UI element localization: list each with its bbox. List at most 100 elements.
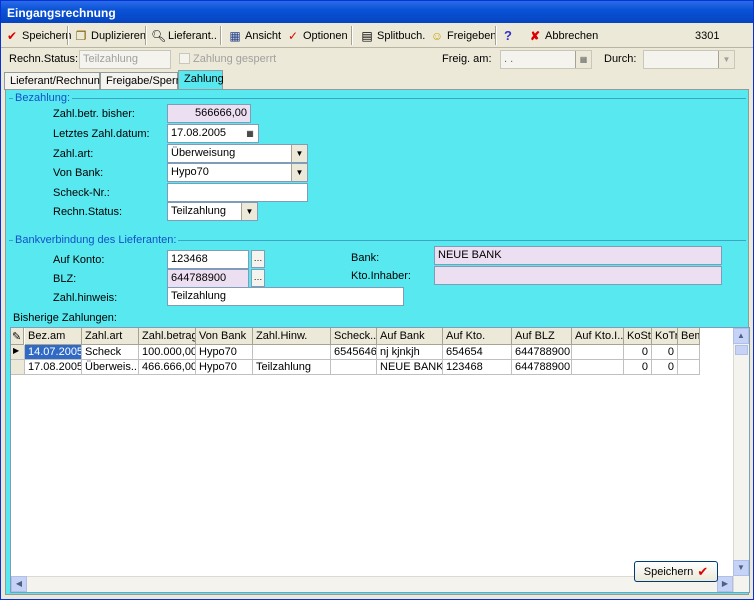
table-cell[interactable]	[678, 360, 700, 375]
grid-icon: ▦	[229, 28, 241, 43]
column-header[interactable]: Scheck..	[331, 328, 377, 345]
check-number-field[interactable]	[167, 183, 308, 202]
table-cell[interactable]: 654654	[443, 345, 512, 360]
account-holder-label: Kto.Inhaber:	[351, 270, 411, 282]
cancel-button[interactable]: ✘ Abbrechen	[528, 26, 598, 45]
scroll-up-icon[interactable]: ▲	[733, 328, 749, 344]
table-cell[interactable]	[331, 360, 377, 375]
table-cell[interactable]: 0	[624, 360, 652, 375]
scroll-left-icon[interactable]: ◀	[11, 576, 27, 592]
last-date-field[interactable]: 17.08.2005 ▦	[167, 124, 259, 143]
toolbar-separator	[351, 26, 353, 45]
table-cell[interactable]: 123468	[443, 360, 512, 375]
scroll-right-icon[interactable]: ▶	[717, 576, 733, 592]
row-selector[interactable]: ▶	[11, 345, 25, 360]
table-cell[interactable]	[572, 360, 624, 375]
main-window: Eingangsrechnung ✔ Speichern ❐ Duplizier…	[0, 0, 754, 600]
column-header[interactable]: Zahl.Hinw.	[253, 328, 331, 345]
account-lookup-button[interactable]: …	[251, 250, 265, 268]
window-title: Eingangsrechnung	[1, 1, 753, 23]
check-number-label: Scheck-Nr.:	[53, 187, 110, 199]
account-holder-field	[434, 266, 722, 285]
payment-note-field[interactable]: Teilzahlung	[167, 287, 404, 306]
table-cell[interactable]: Hypo70	[196, 345, 253, 360]
table-cell[interactable]: NEUE BANK	[377, 360, 443, 375]
column-header[interactable]: Zahl.art	[82, 328, 139, 345]
column-header[interactable]: Auf Kto.	[443, 328, 512, 345]
column-header[interactable]: Zahl.betrag	[139, 328, 196, 345]
bank-label: Bank:	[351, 252, 380, 264]
paid-checkbox[interactable]	[179, 53, 190, 64]
scroll-thumb[interactable]	[735, 345, 748, 355]
footer-save-button[interactable]: Speichern ✔	[634, 561, 718, 582]
row-selector-header: ✎	[11, 328, 24, 345]
checklist-icon: ✓	[287, 28, 299, 43]
column-header[interactable]: Bem.	[678, 328, 700, 345]
release-button[interactable]: ☺ Freigeben	[430, 26, 497, 45]
options-button[interactable]: ✓ Optionen	[286, 26, 348, 45]
table-cell[interactable]: 6545646	[331, 345, 377, 360]
by-select[interactable]: ▼	[643, 50, 735, 69]
row-selector[interactable]	[11, 360, 25, 375]
copy-icon: ❐	[75, 28, 87, 43]
toolbar-separator	[67, 26, 69, 45]
tab-payment[interactable]: Zahlung	[178, 70, 224, 91]
scroll-down-icon[interactable]: ▼	[733, 560, 749, 576]
table-cell[interactable]: 0	[652, 360, 678, 375]
vertical-scrollbar[interactable]: ▲ ▼	[733, 328, 749, 592]
payment-type-select[interactable]: Überweisung ▼	[167, 144, 308, 163]
close-icon: ✘	[529, 28, 541, 43]
last-date-label: Letztes Zahl.datum:	[53, 128, 150, 140]
table-cell[interactable]: Teilzahlung	[253, 360, 331, 375]
column-header[interactable]: Auf Kto.I..	[572, 328, 624, 345]
table-cell[interactable]: 14.07.2005	[25, 345, 82, 360]
table-cell[interactable]: 466.666,00	[139, 360, 196, 375]
column-header[interactable]: Auf BLZ	[512, 328, 572, 345]
chevron-down-icon: ▼	[241, 203, 257, 220]
column-header[interactable]: Von Bank	[196, 328, 253, 345]
payments-table: ✎ Bez.am Zahl.art Zahl.betrag Von Bank Zahl.…	[10, 327, 750, 593]
table-cell[interactable]: 0	[624, 345, 652, 360]
table-cell[interactable]: nj kjnkjh	[377, 345, 443, 360]
table-cell[interactable]: 644788900	[512, 345, 572, 360]
table-cell[interactable]	[572, 345, 624, 360]
table-cell[interactable]	[678, 345, 700, 360]
smiley-icon: ☺	[430, 28, 444, 43]
table-cell[interactable]: Überweis...	[82, 360, 139, 375]
duplicate-button[interactable]: ❐ Duplizieren	[74, 26, 146, 45]
column-header[interactable]: Bez.am	[25, 328, 82, 345]
help-button[interactable]: ?	[504, 26, 512, 45]
tab-release-block[interactable]: Freigabe/Sperre	[100, 72, 186, 90]
released-on-field[interactable]: . . ▦	[500, 50, 592, 69]
table-cell[interactable]	[253, 345, 331, 360]
split-button[interactable]: ▤ Splitbuch.	[360, 26, 425, 45]
payment-group: Bezahlung:	[9, 92, 746, 104]
column-header[interactable]: KoTr	[652, 328, 678, 345]
table-cell[interactable]: Scheck	[82, 345, 139, 360]
table-cell[interactable]: 17.08.2005	[25, 360, 82, 375]
view-button[interactable]: ▦ Ansicht	[228, 26, 281, 45]
payment-note-label: Zahl.hinweis:	[53, 292, 118, 304]
table-cell[interactable]: 100.000,00	[139, 345, 196, 360]
account-field[interactable]: 123468	[167, 250, 249, 269]
table-cell[interactable]: Hypo70	[196, 360, 253, 375]
supplier-button[interactable]: 🔍︎ Lieferant..	[151, 26, 217, 45]
table-cell[interactable]: 644788900	[512, 360, 572, 375]
invoice-status-select[interactable]: Teilzahlung ▼	[167, 202, 258, 221]
chevron-down-icon: ▼	[718, 51, 734, 68]
paid-so-far-field: 566666,00	[167, 104, 251, 123]
blz-lookup-button[interactable]: …	[251, 269, 265, 287]
from-bank-label: Von Bank:	[53, 167, 104, 179]
from-bank-select[interactable]: Hypo70 ▼	[167, 163, 308, 182]
calculator-icon: ▤	[361, 28, 373, 43]
table-cell[interactable]: 0	[652, 345, 678, 360]
column-header[interactable]: KoSt	[624, 328, 652, 345]
blz-field[interactable]: 644788900	[167, 269, 249, 288]
save-button[interactable]: ✔ Speichern	[5, 26, 72, 45]
by-label: Durch:	[604, 53, 637, 65]
calendar-icon[interactable]: ▦	[242, 125, 258, 142]
column-header[interactable]: Auf Bank	[377, 328, 443, 345]
status-field: Teilzahlung	[79, 50, 171, 69]
horizontal-scrollbar[interactable]: ◀ ▶	[11, 576, 733, 592]
tab-supplier-invoice[interactable]: Lieferant/Rechnung	[4, 72, 106, 90]
